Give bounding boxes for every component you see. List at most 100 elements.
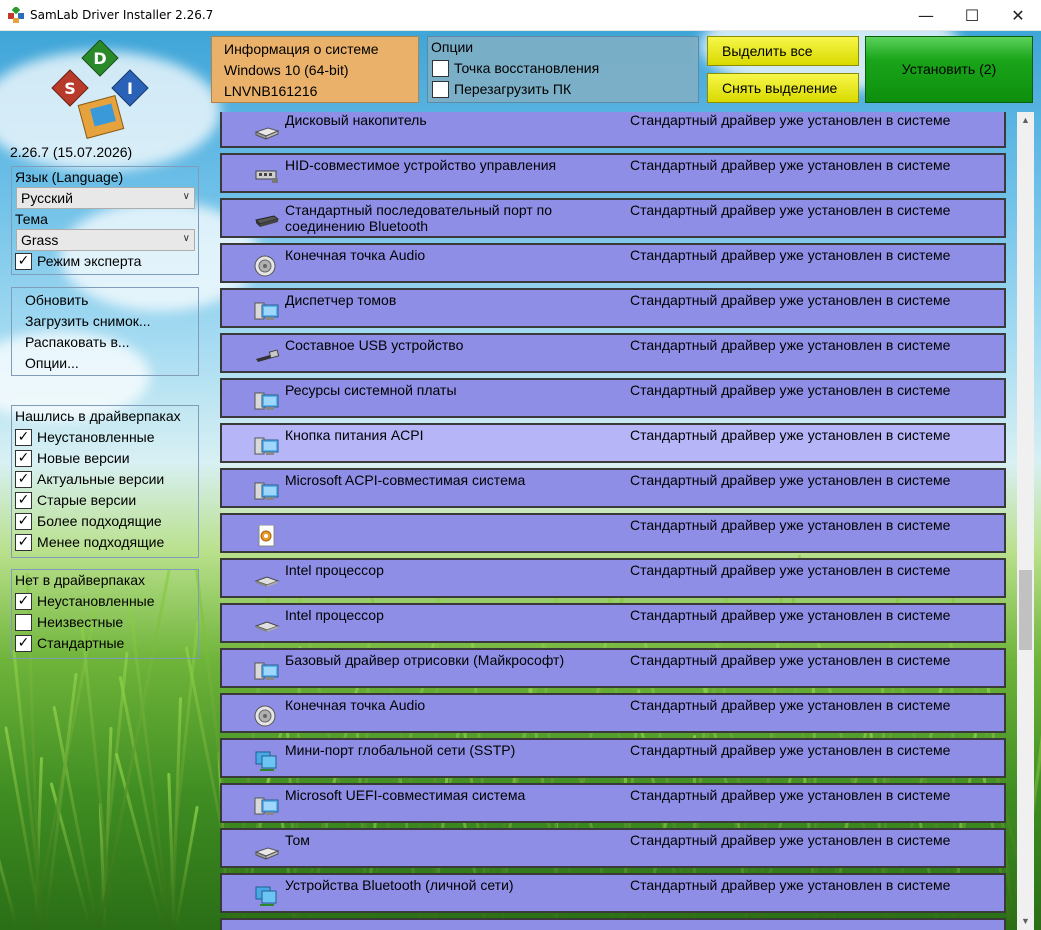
settings-panel: Язык (Language) Русский ∨ Тема Grass ∨ ✓…: [11, 166, 199, 275]
version-label: 2.26.7 (15.07.2026): [10, 144, 133, 160]
device-status: Стандартный драйвер уже установлен в сис…: [630, 382, 951, 398]
device-row[interactable]: Диспетчер томов Стандартный драйвер уже у…: [220, 288, 1006, 328]
notfound-checkbox-label: Неустановленные: [37, 593, 155, 609]
menu-refresh[interactable]: Обновить: [25, 292, 88, 308]
minimize-button[interactable]: —: [903, 0, 949, 31]
device-row[interactable]: Базовый драйвер отрисовки (Майкрософт) Ст…: [220, 648, 1006, 688]
device-status: Стандартный драйвер уже установлен в сис…: [630, 427, 951, 443]
device-status: Стандартный драйвер уже установлен в сис…: [630, 652, 951, 668]
device-status: Стандартный драйвер уже установлен в сис…: [630, 787, 951, 803]
language-label: Язык (Language): [15, 169, 124, 185]
notfound-checkbox-label: Стандартные: [37, 635, 125, 651]
notfound-checkbox-0[interactable]: ✓: [15, 593, 32, 610]
system-info-panel[interactable]: Информация о системе Windows 10 (64-bit)…: [211, 36, 419, 103]
device-row[interactable]: Microsoft UEFI-совместимая система Станда…: [220, 783, 1006, 823]
expert-mode-checkbox[interactable]: ✓: [15, 253, 32, 270]
select-all-button[interactable]: Выделить все: [707, 36, 859, 66]
device-name: Конечная точка Audio: [285, 247, 426, 263]
maximize-button[interactable]: ☐: [949, 0, 995, 31]
found-checkbox-3[interactable]: ✓: [15, 492, 32, 509]
device-name: Базовый драйвер отрисовки (Майкрософт): [285, 652, 565, 668]
device-status: Стандартный драйвер уже установлен в сис…: [630, 247, 951, 263]
install-button[interactable]: Установить (2): [865, 36, 1033, 103]
svg-text:I: I: [127, 79, 133, 98]
device-name: Том: [285, 832, 310, 848]
device-list-scrollbar[interactable]: ▲ ▼: [1017, 112, 1034, 930]
device-status: Стандартный драйвер уже установлен в сис…: [630, 742, 951, 758]
device-row[interactable]: Intel процессор Стандартный драйвер уже у…: [220, 558, 1006, 598]
gear-file-icon: [254, 524, 280, 547]
device-status: Стандартный драйвер уже установлен в сис…: [630, 607, 951, 623]
found-checkbox-4[interactable]: ✓: [15, 513, 32, 530]
actions-menu: Обновить Загрузить снимок... Распаковать…: [11, 287, 199, 376]
device-row[interactable]: Ресурсы системной платы Стандартный драйв…: [220, 378, 1006, 418]
device-row[interactable]: Составное USB устройство Стандартный драй…: [220, 333, 1006, 373]
found-checkbox-1[interactable]: ✓: [15, 450, 32, 467]
device-name: Кнопка питания ACPI: [285, 427, 424, 443]
device-row[interactable]: Стандартный последовательный порт по сое…: [220, 198, 1006, 238]
scroll-down-icon[interactable]: ▼: [1017, 913, 1034, 930]
reboot-checkbox[interactable]: [432, 81, 449, 98]
device-row[interactable]: Конечная точка Audio Стандартный драйвер …: [220, 243, 1006, 283]
system-host: LNVNB161216: [224, 83, 318, 99]
system-os: Windows 10 (64-bit): [224, 62, 349, 78]
device-row[interactable]: [220, 918, 1006, 930]
device-row[interactable]: Устройства Bluetooth (личной сети) Станда…: [220, 873, 1006, 913]
found-checkbox-5[interactable]: ✓: [15, 534, 32, 551]
device-status: Стандартный драйвер уже установлен в сис…: [630, 562, 951, 578]
device-name: Устройства Bluetooth (личной сети): [285, 877, 514, 893]
found-checkbox-2[interactable]: ✓: [15, 471, 32, 488]
found-checkbox-0[interactable]: ✓: [15, 429, 32, 446]
computer-icon: [254, 390, 280, 412]
device-row[interactable]: HID-совместимое устройство управления Ста…: [220, 153, 1006, 193]
device-name: Дисковый накопитель: [285, 112, 427, 128]
menu-options[interactable]: Опции...: [25, 355, 79, 371]
notfound-filters-title: Нет в драйверпаках: [15, 572, 146, 588]
menu-load-snapshot[interactable]: Загрузить снимок...: [25, 313, 151, 329]
device-row[interactable]: Мини-порт глобальной сети (SSTP) Стандарт…: [220, 738, 1006, 778]
restore-point-checkbox[interactable]: [432, 60, 449, 77]
device-list[interactable]: Дисковый накопитель Стандартный драйвер у…: [219, 112, 1017, 930]
options-title: Опции: [431, 39, 474, 55]
window-title: SamLab Driver Installer 2.26.7: [30, 8, 214, 22]
device-row[interactable]: Intel процессор Стандартный драйвер уже у…: [220, 603, 1006, 643]
grass-blade: [0, 811, 19, 929]
notfound-checkbox-2[interactable]: ✓: [15, 635, 32, 652]
device-row[interactable]: Стандартный драйвер уже установлен в сис…: [220, 513, 1006, 553]
close-button[interactable]: ✕: [995, 0, 1041, 31]
device-name: Ресурсы системной платы: [285, 382, 457, 398]
deselect-button[interactable]: Снять выделение: [707, 73, 859, 103]
device-status: Стандартный драйвер уже установлен в сис…: [630, 337, 951, 353]
language-value: Русский: [21, 190, 73, 206]
device-name: Стандартный последовательный порт по сое…: [285, 202, 553, 234]
usb-icon: [254, 165, 280, 187]
device-row[interactable]: Кнопка питания ACPI Стандартный драйвер у…: [220, 423, 1006, 463]
device-status: Стандартный драйвер уже установлен в сис…: [630, 112, 951, 128]
device-row[interactable]: Конечная точка Audio Стандартный драйвер …: [220, 693, 1006, 733]
device-status: Стандартный драйвер уже установлен в сис…: [630, 832, 951, 848]
found-filters-title: Нашлись в драйверпаках: [15, 408, 181, 424]
theme-label: Тема: [15, 211, 48, 227]
device-row[interactable]: Том Стандартный драйвер уже установлен в …: [220, 828, 1006, 868]
theme-select[interactable]: Grass ∨: [16, 229, 195, 251]
device-row[interactable]: Microsoft ACPI-совместимая система Станда…: [220, 468, 1006, 508]
menu-extract-to[interactable]: Распаковать в...: [25, 334, 130, 350]
computer-icon: [254, 795, 280, 817]
chevron-down-icon: ∨: [182, 233, 190, 244]
found-checkbox-label: Менее подходящие: [37, 534, 165, 550]
device-name: HID-совместимое устройство управления: [285, 157, 557, 173]
chip-icon: [254, 570, 280, 592]
chevron-down-icon: ∨: [182, 191, 190, 202]
device-status: Стандартный драйвер уже установлен в сис…: [630, 202, 951, 218]
sdi-logo: D S I: [48, 39, 152, 140]
device-status: Стандартный драйвер уже установлен в сис…: [630, 292, 951, 308]
device-row[interactable]: Дисковый накопитель Стандартный драйвер у…: [220, 112, 1006, 148]
svg-text:S: S: [64, 79, 76, 98]
notfound-checkbox-1[interactable]: [15, 614, 32, 631]
device-name: Конечная точка Audio: [285, 697, 426, 713]
language-select[interactable]: Русский ∨: [16, 187, 195, 209]
app-icon: [8, 5, 24, 23]
device-name: Intel процессор: [285, 607, 384, 623]
scroll-up-icon[interactable]: ▲: [1017, 112, 1034, 129]
scrollbar-thumb[interactable]: [1019, 570, 1032, 650]
